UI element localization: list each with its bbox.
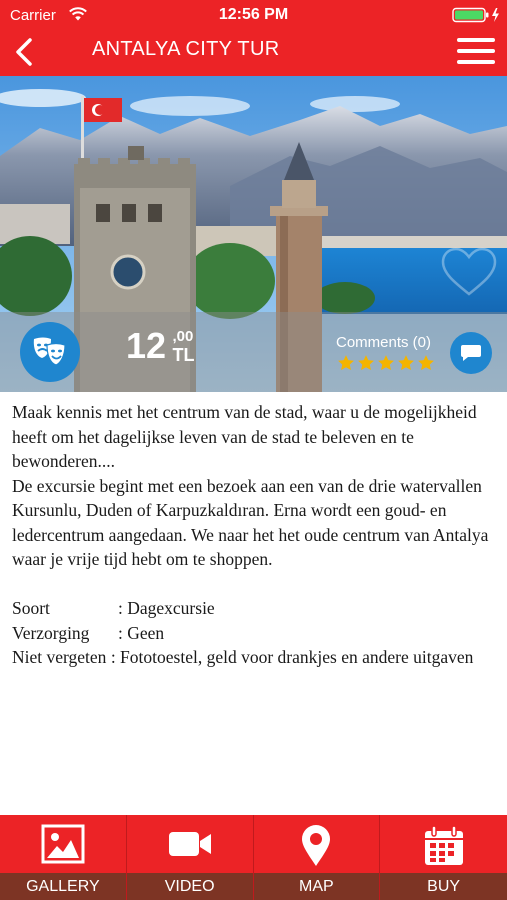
comments-link[interactable]: Comments (0): [336, 334, 431, 351]
detail-key: Soort: [12, 598, 50, 618]
detail-key: Niet vergeten: [12, 647, 107, 667]
calendar-icon: [424, 825, 463, 865]
star-icon: [338, 355, 354, 370]
tab-buy[interactable]: BUY: [380, 815, 507, 900]
description-paragraph: Maak kennis met het centrum van de stad,…: [12, 402, 477, 471]
tab-label: VIDEO: [126, 873, 253, 900]
detail-value: : Dagexcursie: [118, 598, 215, 618]
theater-masks-icon: [33, 337, 66, 366]
star-icon: [418, 355, 434, 370]
map-pin-icon: [302, 825, 331, 866]
video-camera-icon: [168, 832, 211, 856]
status-time: 12:56 PM: [218, 6, 289, 23]
picture-icon: [41, 824, 85, 864]
tab-video[interactable]: VIDEO: [126, 815, 254, 900]
status-bar: Carrier 12:56 PM: [0, 0, 507, 30]
bottom-tab-bar: GALLERY VIDEO MAP BUY: [0, 815, 507, 900]
detail-row-niet-vergeten: Niet vergeten : Fototoestel, geld voor d…: [12, 645, 497, 670]
tab-label: MAP: [253, 873, 380, 900]
detail-row-soort: Soort : Dagexcursie: [12, 596, 497, 621]
tab-label: GALLERY: [0, 873, 126, 900]
tab-gallery[interactable]: GALLERY: [0, 815, 127, 900]
tour-info-strip: 12 ,00 TL Comments (0): [0, 312, 507, 392]
price-currency: TL: [172, 345, 195, 365]
speech-bubble-icon: [461, 345, 481, 361]
category-badge: [20, 322, 80, 382]
rating-stars: [337, 354, 437, 374]
tab-map[interactable]: MAP: [253, 815, 381, 900]
detail-value: : Geen: [118, 622, 165, 643]
add-comment-button[interactable]: [450, 332, 492, 374]
nav-bar: ANTALYA CITY TUR: [0, 30, 507, 76]
star-icon: [358, 355, 374, 370]
back-chevron-icon[interactable]: [12, 36, 36, 68]
tab-label: BUY: [380, 873, 507, 900]
hamburger-menu-icon[interactable]: [457, 38, 495, 68]
favorite-heart-icon[interactable]: [440, 246, 498, 298]
battery-icon: [452, 7, 499, 23]
tour-price: 12 ,00 TL: [126, 326, 195, 366]
tour-description: Maak kennis met het centrum van de stad,…: [12, 400, 497, 670]
description-paragraph: De excursie begint met een bezoek aan ee…: [12, 475, 489, 570]
detail-row-verzorging: Verzorging : Geen: [12, 621, 497, 646]
tour-hero-image: 12 ,00 TL Comments (0): [0, 76, 507, 392]
detail-key: Verzorging: [12, 622, 90, 643]
detail-value: : Fototoestel, geld voor drankjes en and…: [110, 647, 474, 667]
price-cents: ,00: [172, 328, 194, 345]
star-icon: [378, 355, 394, 370]
app-header: Carrier 12:56 PM ANTALYA CITY TUR: [0, 0, 507, 76]
star-icon: [398, 355, 414, 370]
price-amount: 12: [126, 325, 167, 366]
page-title: ANTALYA CITY TUR: [92, 38, 280, 60]
